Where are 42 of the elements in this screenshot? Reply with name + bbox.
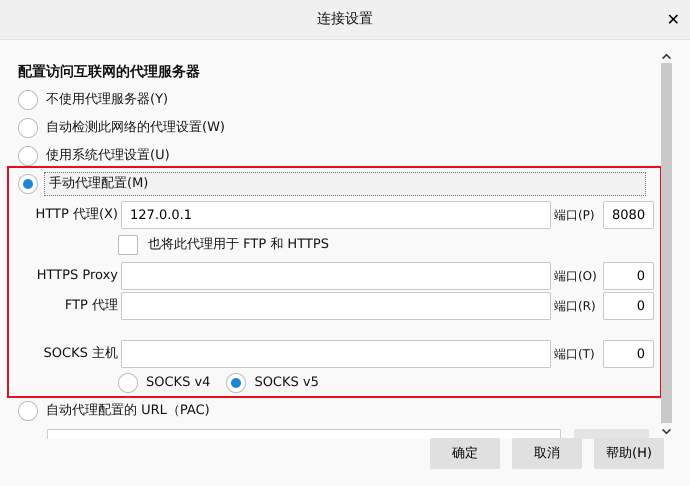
radio-label[interactable]: SOCKS v4 (146, 373, 210, 393)
radio-label[interactable]: 自动检测此网络的代理设置(W) (46, 118, 225, 138)
port-label: 端口(R) (553, 298, 597, 315)
radio-button[interactable] (226, 373, 246, 393)
radio-button[interactable] (18, 401, 38, 421)
dialog-button[interactable]: 取消 (512, 438, 582, 469)
text-field[interactable] (121, 262, 551, 290)
port-label: 端口(T) (553, 346, 596, 363)
port-label: 端口(P) (553, 207, 596, 224)
port-field[interactable]: 8080 (603, 201, 654, 229)
radio-label[interactable]: 不使用代理服务器(Y) (46, 90, 168, 110)
scroll-up-icon[interactable] (660, 52, 673, 60)
text-field[interactable] (121, 292, 551, 320)
window-title: 连接设置 (317, 10, 373, 29)
section-heading: 配置访问互联网的代理服务器 (18, 62, 201, 82)
field-label: HTTPS Proxy (36, 267, 119, 286)
field-label: SOCKS 主机 (42, 345, 119, 364)
port-field[interactable]: 0 (603, 292, 654, 320)
checkbox[interactable] (118, 235, 138, 255)
url-field[interactable] (47, 429, 561, 439)
radio-label[interactable]: 使用系统代理设置(U) (46, 146, 170, 166)
port-field[interactable]: 0 (603, 340, 654, 368)
dialog-button[interactable]: 帮助(H) (594, 438, 664, 469)
radio-label[interactable]: 手动代理配置(M) (44, 172, 646, 196)
close-button[interactable]: ✕ (662, 8, 684, 32)
field-label: HTTP 代理(X) (34, 206, 119, 224)
field-label: FTP 代理 (64, 297, 119, 316)
radio-label[interactable]: 自动代理配置的 URL（PAC) (46, 401, 210, 421)
port-label: 端口(O) (553, 268, 598, 285)
radio-button[interactable] (18, 146, 38, 166)
radio-button[interactable] (18, 118, 38, 138)
radio-button[interactable] (18, 90, 38, 110)
text-field[interactable] (121, 340, 551, 368)
dialog-button[interactable]: 确定 (430, 438, 500, 469)
radio-label[interactable]: SOCKS v5 (254, 373, 319, 393)
checkbox-label[interactable]: 也将此代理用于 FTP 和 HTTPS (148, 235, 329, 255)
radio-button[interactable] (118, 373, 138, 393)
scroll-down-icon[interactable] (660, 428, 673, 436)
reload-button[interactable] (574, 429, 649, 439)
text-field[interactable]: 127.0.0.1 (121, 201, 551, 229)
port-field[interactable]: 0 (603, 262, 654, 290)
radio-button[interactable] (18, 174, 38, 194)
